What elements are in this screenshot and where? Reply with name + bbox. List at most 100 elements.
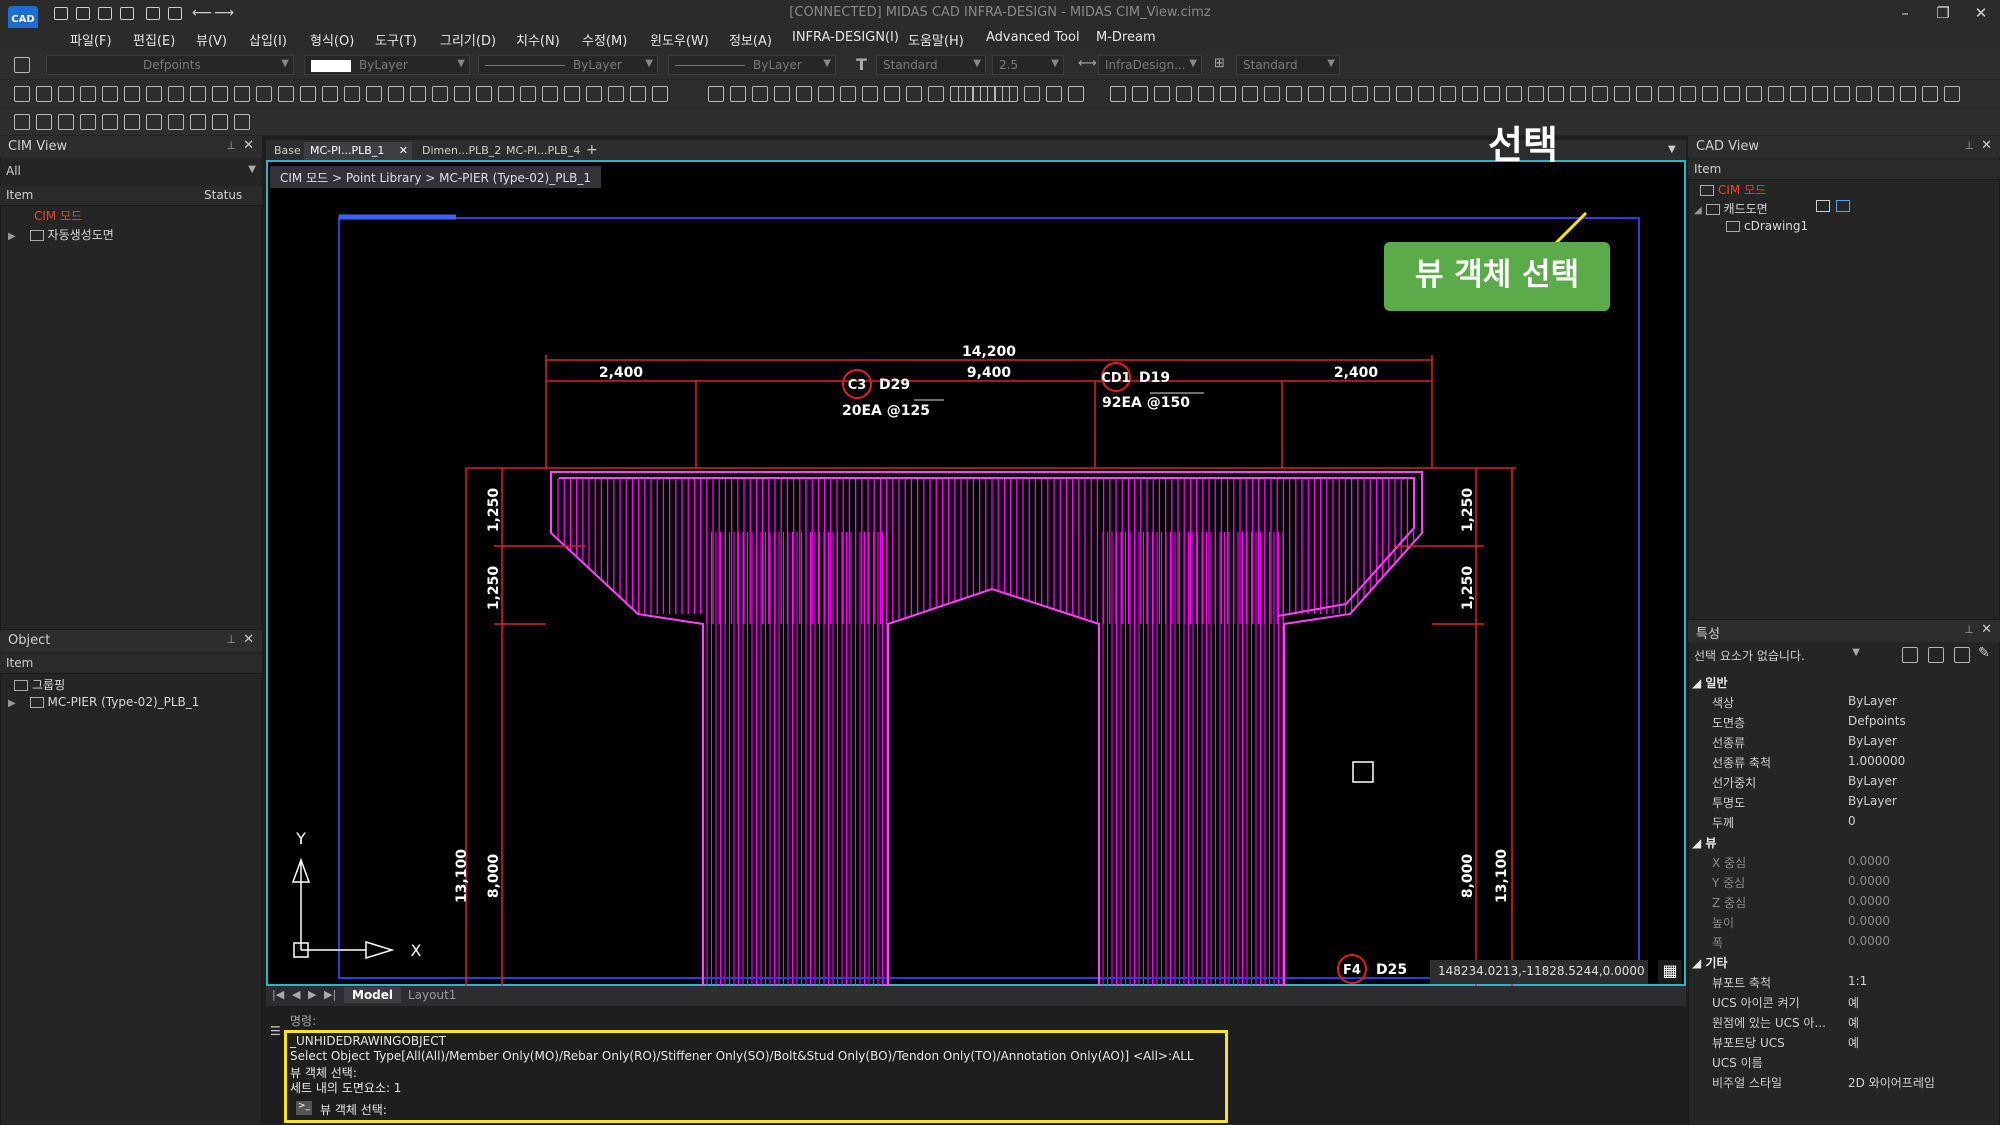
dimension-tool-icon[interactable]: [862, 86, 878, 102]
utility-tool-icon[interactable]: [1878, 86, 1894, 102]
menu-infra-design[interactable]: INFRA-DESIGN(I): [792, 30, 899, 45]
color-combo[interactable]: ByLayer ▼: [304, 55, 470, 75]
draw-tool-icon[interactable]: [366, 86, 382, 102]
command-menu-icon[interactable]: ☰: [270, 1024, 281, 1038]
draw-tool-icon[interactable]: [344, 86, 360, 102]
draw-tool-icon[interactable]: [322, 86, 338, 102]
layout-nav-first-icon[interactable]: |◀: [272, 988, 284, 1001]
utility-tool-icon[interactable]: [1680, 86, 1696, 102]
draw-tool-icon[interactable]: [168, 86, 184, 102]
view-tool-icon[interactable]: [124, 114, 140, 130]
layer-tool-icon[interactable]: [1418, 86, 1434, 102]
dimension-tool-icon[interactable]: [708, 86, 724, 102]
layer-tool-icon[interactable]: [1308, 86, 1324, 102]
menu-advanced-tool[interactable]: Advanced Tool: [986, 30, 1080, 45]
utility-tool-icon[interactable]: [1636, 86, 1652, 102]
cim-tree-child[interactable]: ▶ 자동생성도면: [8, 226, 114, 243]
table-tool-icon[interactable]: [1002, 86, 1018, 102]
expand-caret-icon[interactable]: ▶: [8, 698, 16, 709]
layer-manager-icon[interactable]: [14, 57, 30, 73]
modify-tool-icon[interactable]: [608, 86, 624, 102]
layout-nav-next-icon[interactable]: ▶: [308, 988, 316, 1001]
view-tool-icon[interactable]: [190, 114, 206, 130]
expand-caret-icon[interactable]: ▶: [8, 231, 16, 242]
layer-tool-icon[interactable]: [1220, 86, 1236, 102]
selection-combo[interactable]: 선택 요소가 없습니다. ▼: [1690, 645, 1860, 665]
pin-icon[interactable]: ⊥: [1964, 139, 1974, 152]
dim-style-combo[interactable]: InfraDesign... ▼: [1098, 55, 1202, 75]
layout-nav-prev-icon[interactable]: ◀: [292, 988, 300, 1001]
prop-misc-value[interactable]: 예: [1848, 1034, 1859, 1051]
prop-view-value[interactable]: 0.0000: [1848, 934, 1890, 948]
select-objects-icon[interactable]: [1954, 647, 1970, 663]
prop-general-value[interactable]: Defpoints: [1848, 714, 1906, 728]
layer-tool-icon[interactable]: [1198, 86, 1214, 102]
table-style-icon[interactable]: ⊞: [1214, 56, 1225, 71]
prop-group-misc[interactable]: ◢ 기타: [1692, 954, 1728, 971]
utility-tool-icon[interactable]: [1856, 86, 1872, 102]
object-tree-child[interactable]: ▶ MC-PIER (Type-02)_PLB_1: [8, 695, 199, 709]
utility-tool-icon[interactable]: [1834, 86, 1850, 102]
menu-file[interactable]: 파일(F): [70, 30, 112, 49]
view-tool-icon[interactable]: [168, 114, 184, 130]
dimension-tool-icon[interactable]: [774, 86, 790, 102]
view-tool-icon[interactable]: [102, 114, 118, 130]
table-tool-icon[interactable]: [1046, 86, 1062, 102]
modify-tool-icon[interactable]: [520, 86, 536, 102]
command-input[interactable]: 뷰 객체 선택:: [320, 1101, 387, 1118]
layer-tool-icon[interactable]: [1154, 86, 1170, 102]
lineweight-combo[interactable]: ByLayer ▼: [668, 55, 836, 75]
prop-general-value[interactable]: 1.000000: [1848, 754, 1905, 768]
view-tool-icon[interactable]: [36, 114, 52, 130]
table-tool-icon[interactable]: [1068, 86, 1084, 102]
tab-dimen-plb2[interactable]: Dimen...PLB_2: [416, 142, 507, 160]
pin-icon[interactable]: ⊥: [1964, 623, 1974, 636]
modify-tool-icon[interactable]: [454, 86, 470, 102]
cim-tree-root[interactable]: CIM 모드: [34, 207, 82, 224]
layer-tool-icon[interactable]: [1484, 86, 1500, 102]
layer-tool-icon[interactable]: [1286, 86, 1302, 102]
utility-tool-icon[interactable]: [1724, 86, 1740, 102]
object-group-row[interactable]: 그룹핑: [14, 676, 65, 693]
layer-tool-icon[interactable]: [1110, 86, 1126, 102]
modify-tool-icon[interactable]: [586, 86, 602, 102]
draw-tool-icon[interactable]: [124, 86, 140, 102]
utility-tool-icon[interactable]: [1658, 86, 1674, 102]
utility-tool-icon[interactable]: [1922, 86, 1938, 102]
collapse-caret-icon[interactable]: ◢: [1694, 205, 1702, 216]
table-tool-icon[interactable]: [1024, 86, 1040, 102]
utility-tool-icon[interactable]: [1746, 86, 1762, 102]
tab-mc-pi-plb1[interactable]: MC-PI...PLB_1 ✕: [304, 142, 412, 160]
layout-nav-last-icon[interactable]: ▶|: [324, 988, 336, 1001]
view-tool-icon[interactable]: [212, 114, 228, 130]
dimension-tool-icon[interactable]: [752, 86, 768, 102]
utility-tool-icon[interactable]: [1944, 86, 1960, 102]
draw-tool-icon[interactable]: [300, 86, 316, 102]
draw-tool-icon[interactable]: [190, 86, 206, 102]
layer-tool-icon[interactable]: [1374, 86, 1390, 102]
linetype-combo[interactable]: ByLayer ▼: [478, 55, 658, 75]
menu-insert[interactable]: 삽입(I): [249, 30, 287, 49]
prop-view-value[interactable]: 0.0000: [1848, 854, 1890, 868]
menu-tools[interactable]: 도구(T): [375, 30, 417, 49]
draw-tool-icon[interactable]: [14, 86, 30, 102]
dimension-tool-icon[interactable]: [884, 86, 900, 102]
menu-window[interactable]: 윈도우(W): [650, 30, 709, 49]
draw-tool-icon[interactable]: [212, 86, 228, 102]
modify-tool-icon[interactable]: [498, 86, 514, 102]
text-height-combo[interactable]: 2.5 ▼: [992, 55, 1064, 75]
menu-format[interactable]: 형식(O): [310, 30, 354, 49]
layer-tool-icon[interactable]: [1132, 86, 1148, 102]
modify-tool-icon[interactable]: [652, 86, 668, 102]
modify-tool-icon[interactable]: [476, 86, 492, 102]
prop-general-value[interactable]: ByLayer: [1848, 774, 1897, 788]
cim-filter-combo[interactable]: All ▼: [0, 162, 262, 182]
tab-base[interactable]: Base: [268, 142, 307, 160]
pin-icon[interactable]: ⊥: [226, 139, 236, 152]
draw-tool-icon[interactable]: [58, 86, 74, 102]
modify-tool-icon[interactable]: [564, 86, 580, 102]
layer-tool-icon[interactable]: [1462, 86, 1478, 102]
layer-tool-icon[interactable]: [1440, 86, 1456, 102]
menu-modify[interactable]: 수정(M): [582, 30, 627, 49]
modify-tool-icon[interactable]: [630, 86, 646, 102]
